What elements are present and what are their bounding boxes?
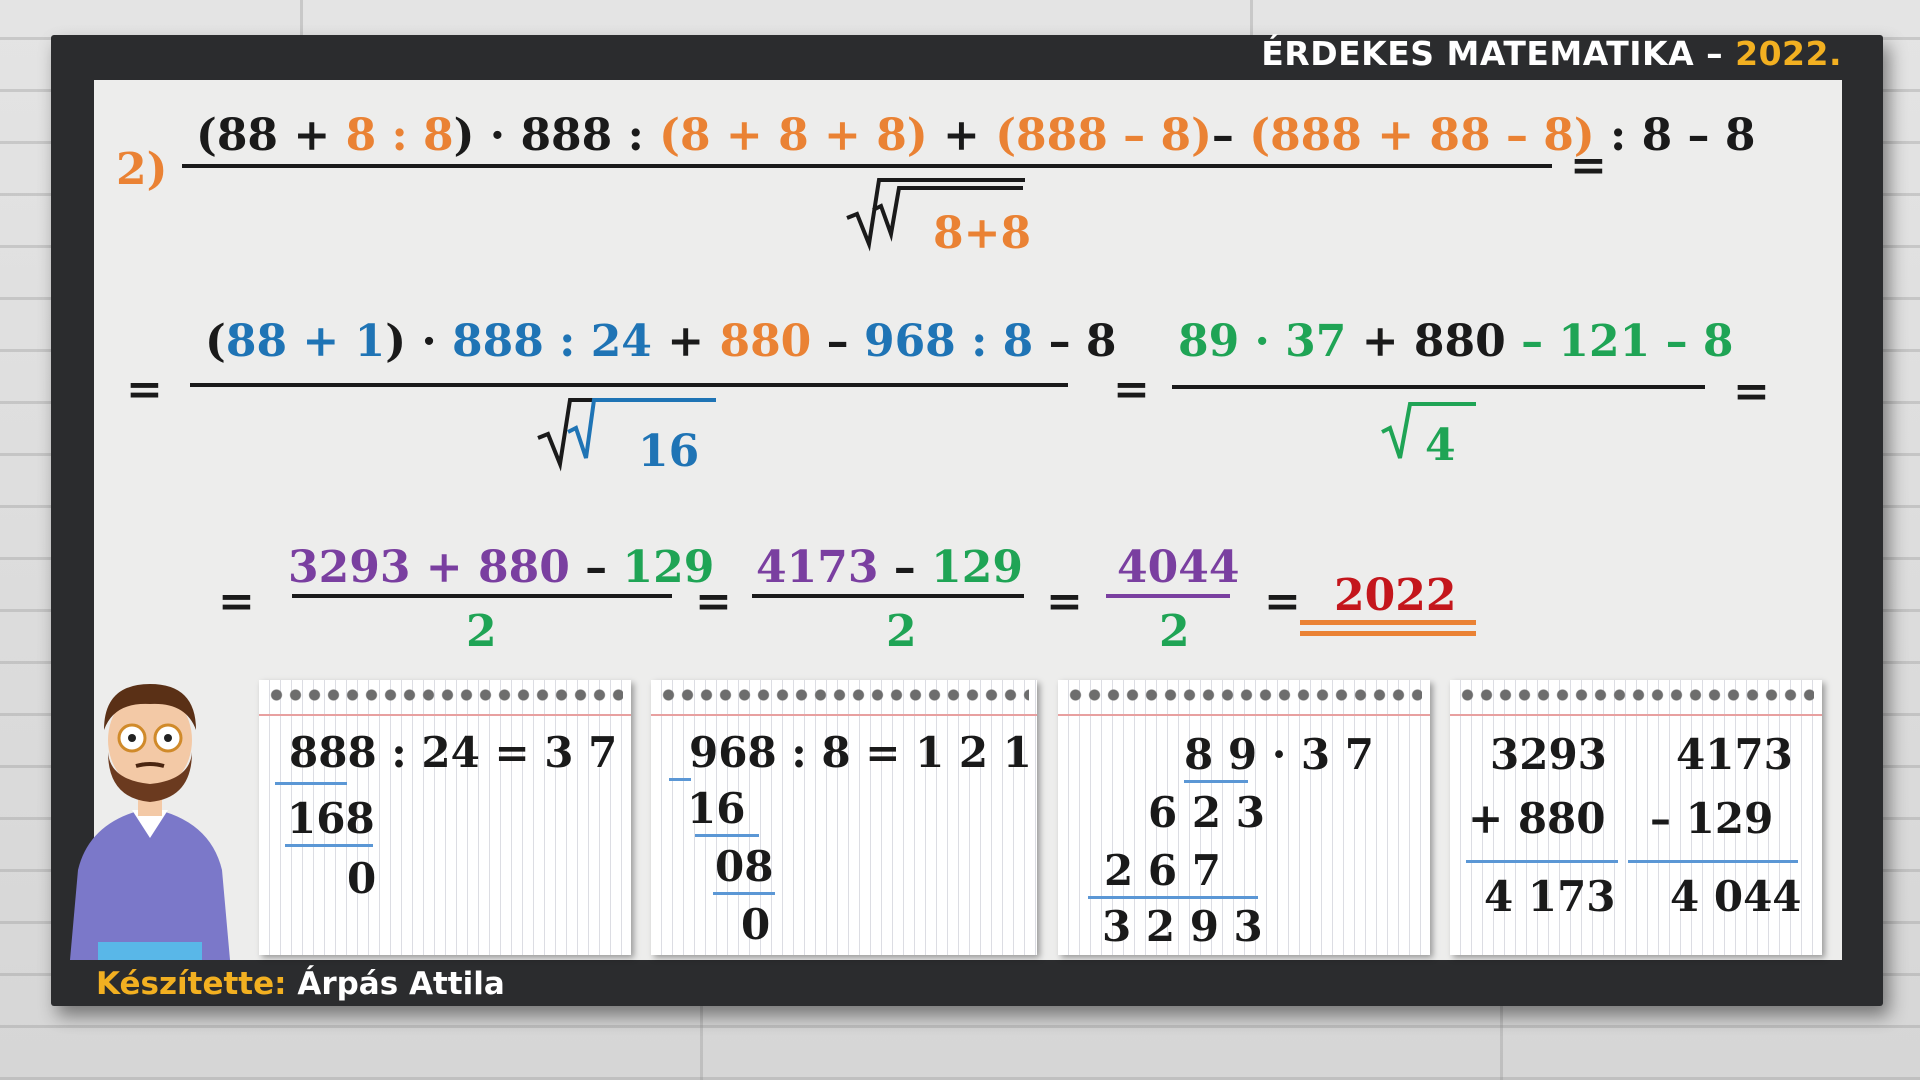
- pad-line: 8 9 · 3 7: [1184, 730, 1375, 779]
- equals-sign: =: [1046, 576, 1083, 627]
- pad-line: + 880: [1468, 794, 1606, 843]
- equals-sign: =: [218, 576, 255, 627]
- pad-line: 2 6 7: [1104, 846, 1221, 895]
- pad-line: 4173: [1676, 730, 1793, 779]
- row1-fraction-bar: [182, 164, 1552, 168]
- row1-denominator: 8+8: [933, 208, 1032, 259]
- row2-fraction-bar-a: [190, 383, 1068, 387]
- pad-line: 3293: [1490, 730, 1607, 779]
- pad-line: 0: [347, 854, 377, 903]
- pad-line: 888 : 24 = 3 7: [289, 728, 618, 777]
- pad-line: 6 2 3: [1148, 788, 1265, 837]
- pad-line: 08: [715, 842, 774, 891]
- notepad-division-2: 968 : 8 = 1 2 1 16 08 0: [651, 680, 1037, 955]
- pad-line: 4 044: [1670, 872, 1802, 921]
- pad-line: 0: [741, 900, 771, 949]
- row3-fraction3-numerator: 4044: [1117, 542, 1240, 593]
- row3-fraction1-numerator: 3293 + 880 – 129: [288, 542, 715, 593]
- pad-line: 4 173: [1484, 872, 1616, 921]
- final-result: 2022: [1334, 570, 1457, 621]
- row3-fraction1-denominator: 2: [466, 606, 497, 657]
- row3-fraction3-denominator: 2: [1159, 606, 1190, 657]
- page-header: ÉRDEKES MATEMATIKA – 2022.: [1261, 34, 1842, 73]
- credit-author: Árpás Attila: [297, 966, 505, 1002]
- pad-line: 3 2 9 3: [1102, 902, 1263, 951]
- row2-denominator-a: 16: [638, 426, 700, 477]
- result-underline: [1300, 620, 1476, 625]
- row3-fraction2-numerator: 4173 – 129: [756, 542, 1023, 593]
- row2-fraction-bar-b: [1172, 385, 1705, 389]
- pad-line: 168: [287, 794, 375, 843]
- author-credit: Készítette: Árpás Attila: [96, 966, 505, 1002]
- result-underline: [1300, 631, 1476, 636]
- problem-number: 2): [116, 144, 168, 195]
- credit-label: Készítette:: [96, 966, 287, 1002]
- notepad-division-1: 888 : 24 = 3 7 168 0: [259, 680, 631, 955]
- equals-sign: =: [1264, 576, 1301, 627]
- equals-sign: =: [1570, 140, 1607, 191]
- equals-sign: =: [695, 576, 732, 627]
- pad-line: 16: [687, 784, 746, 833]
- equals-sign: =: [1113, 364, 1150, 415]
- notepad-addition-subtraction: 3293 + 880 4 173 4173 – 129 4 044: [1450, 680, 1822, 955]
- teacher-avatar: [70, 684, 230, 960]
- pad-line: 968 : 8 = 1 2 1: [689, 728, 1032, 777]
- row2-denominator-b: 4: [1425, 420, 1456, 471]
- row3-fraction1-bar: [292, 594, 672, 598]
- row3-fraction3-bar: [1106, 594, 1230, 598]
- row2-numerator-b: 89 · 37 + 880 – 121 – 8: [1178, 316, 1734, 367]
- header-year: 2022.: [1735, 34, 1842, 73]
- notepad-multiplication: 8 9 · 3 7 6 2 3 2 6 7 3 2 9 3: [1058, 680, 1430, 955]
- row1-numerator: (88 + 8 : 8) · 888 : (8 + 8 + 8) + (888 …: [196, 110, 1756, 161]
- equals-sign: =: [126, 364, 163, 415]
- header-title: ÉRDEKES MATEMATIKA –: [1261, 34, 1724, 73]
- row3-fraction2-bar: [752, 594, 1024, 598]
- row3-fraction2-denominator: 2: [886, 606, 917, 657]
- row2-numerator-a: (88 + 1) · 888 : 24 + 880 – 968 : 8 – 8: [205, 316, 1117, 367]
- pad-line: – 129: [1650, 794, 1774, 843]
- equals-sign: =: [1733, 366, 1770, 417]
